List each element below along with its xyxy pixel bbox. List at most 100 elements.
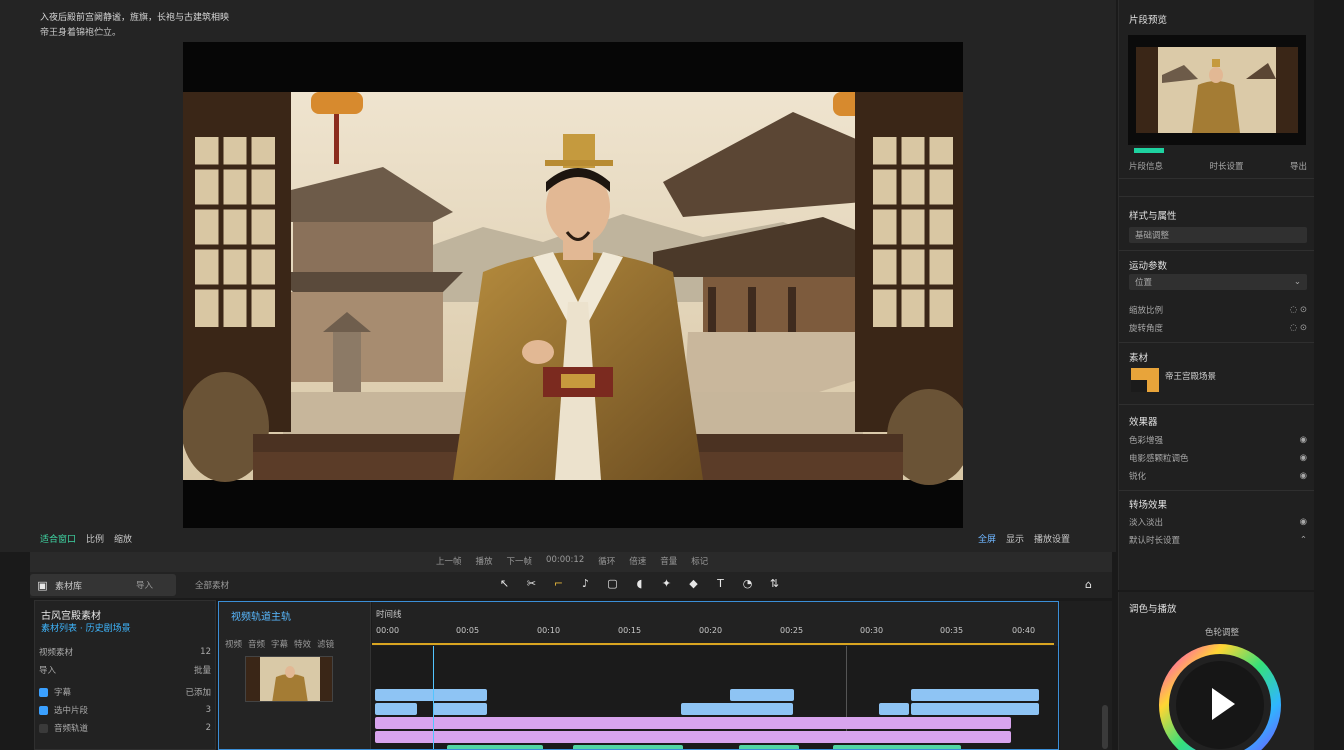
timecode: 00:00:12 — [546, 555, 585, 565]
video-clip[interactable] — [739, 745, 799, 749]
tab-effects[interactable]: 特效 — [294, 638, 311, 650]
toggle-icon[interactable]: ◉ — [1300, 435, 1307, 445]
clip-preview-thumbnail[interactable] — [1128, 35, 1306, 145]
subtitle-clip[interactable] — [433, 703, 487, 715]
video-preview[interactable] — [183, 42, 963, 528]
preview-progress-bar[interactable] — [1134, 148, 1164, 153]
toggle-icon[interactable]: ◉ — [1300, 453, 1307, 463]
checkbox[interactable] — [39, 705, 48, 715]
subtitle-clip[interactable] — [911, 703, 1039, 715]
filter-label[interactable]: 全部素材 — [195, 579, 229, 591]
transition-section-title: 转场效果 — [1129, 500, 1168, 511]
color-panel-title: 调色与播放 — [1129, 604, 1177, 615]
reset-icon[interactable]: ◌ ⊙ — [1290, 305, 1307, 315]
timeline-panel[interactable]: 视频轨道主轨 视频 音频 字幕 特效 滤镜 时间线 00:00 00:05 00… — [218, 601, 1059, 750]
ruler-tick: 00:05 — [456, 626, 480, 635]
zoom-button[interactable]: 缩放 — [114, 532, 132, 545]
timeline-scrollbar[interactable] — [1060, 601, 1112, 750]
effect-label: 锐化 — [1129, 472, 1147, 482]
audio-clip[interactable] — [375, 717, 1011, 729]
play-button[interactable]: 播放 — [476, 555, 493, 567]
media-library-tab[interactable]: ▣ 素材库 导入 — [30, 574, 176, 596]
timeline-ruler[interactable]: 时间线 00:00 00:05 00:10 00:15 00:20 00:25 … — [372, 602, 1058, 646]
effect-item[interactable]: 色彩增强 ◉ — [1129, 432, 1307, 448]
media-row-value: 2 — [205, 723, 211, 733]
loop-button[interactable]: 循环 — [598, 555, 615, 567]
toggle-icon[interactable]: ◉ — [1300, 471, 1307, 481]
scroll-thumb[interactable] — [1102, 705, 1108, 749]
fit-window-button[interactable]: 适合窗口 — [40, 532, 76, 545]
text-icon[interactable]: T — [714, 577, 727, 590]
import-button[interactable]: 导入 — [136, 579, 153, 591]
display-button[interactable]: 显示 — [1006, 532, 1024, 545]
inspector-panel: 片段预览 片段信息 时长设置 导出 样式与属性 基础调整 运动参数 位置 ⌄ 缩… — [1118, 0, 1315, 590]
media-row[interactable]: 选中片段 3 — [39, 703, 211, 717]
track-tabs: 视频 音频 字幕 特效 滤镜 — [225, 638, 334, 650]
reset-icon[interactable]: ◌ ⊙ — [1290, 323, 1307, 333]
effect-item[interactable]: 电影感颗粒调色 ◉ — [1129, 450, 1307, 466]
marker-button[interactable]: 标记 — [691, 555, 708, 567]
sticker-icon[interactable]: ◆ — [687, 577, 700, 590]
style-field[interactable]: 基础调整 — [1129, 227, 1307, 243]
select-icon[interactable]: ↖ — [498, 577, 511, 590]
preview-toolbar: 适合窗口 比例 缩放 全屏 显示 播放设置 — [30, 530, 1110, 550]
color-wheel[interactable] — [1159, 644, 1281, 750]
clip-info-button[interactable]: 片段信息 — [1129, 160, 1163, 172]
track-header: 视频轨道主轨 视频 音频 字幕 特效 滤镜 — [219, 602, 371, 749]
media-row[interactable]: 视频素材 12 — [39, 645, 211, 659]
export-button[interactable]: 导出 — [1290, 160, 1307, 172]
split-icon[interactable]: ✂ — [525, 577, 538, 590]
duration-button[interactable]: 时长设置 — [1209, 160, 1243, 172]
media-library-label: 素材库 — [55, 581, 83, 592]
tab-subtitle[interactable]: 字幕 — [271, 638, 288, 650]
subtitle-clip[interactable] — [681, 703, 793, 715]
media-row-label: 选中片段 — [54, 706, 89, 716]
home-icon[interactable]: ⌂ — [1082, 578, 1095, 591]
media-row-value: 3 — [205, 705, 211, 715]
position-field[interactable]: 位置 ⌄ — [1129, 274, 1307, 290]
audio-clip[interactable] — [375, 731, 1011, 743]
crop-icon[interactable]: ⌐ — [552, 577, 565, 590]
audio-icon[interactable]: ◖ — [633, 577, 646, 590]
media-row[interactable]: 导入 批量 — [39, 663, 211, 677]
fullscreen-button[interactable]: 全屏 — [978, 532, 996, 545]
subtitle-clip[interactable] — [879, 703, 909, 715]
toggle-icon[interactable]: ◉ — [1300, 517, 1307, 527]
media-row[interactable]: 音频轨道 2 — [39, 721, 211, 735]
checkbox[interactable] — [39, 687, 48, 697]
clip-thumbnail[interactable] — [245, 656, 333, 702]
video-clip[interactable] — [573, 745, 683, 749]
music-icon[interactable]: ♪ — [579, 577, 592, 590]
volume-button[interactable]: 音量 — [660, 555, 677, 567]
flip-icon[interactable]: ⇅ — [768, 577, 781, 590]
subtitle-clip[interactable] — [730, 689, 794, 701]
media-row[interactable]: 字幕 已添加 — [39, 685, 211, 699]
transition-label: 淡入淡出 — [1129, 518, 1164, 528]
work-area-bar[interactable] — [372, 643, 1054, 645]
prev-frame-button[interactable]: 上一帧 — [436, 555, 462, 567]
video-clip[interactable] — [447, 745, 543, 749]
subtitle-clip[interactable] — [911, 689, 1039, 701]
tab-audio[interactable]: 音频 — [248, 638, 265, 650]
playback-settings-button[interactable]: 播放设置 — [1034, 532, 1070, 545]
scale-row[interactable]: 缩放比例 ◌ ⊙ — [1129, 302, 1307, 318]
speed-button[interactable]: 倍速 — [629, 555, 646, 567]
transition-item[interactable]: 淡入淡出 ◉ — [1129, 514, 1307, 530]
transition-item[interactable]: 默认时长设置 ⌃ — [1129, 532, 1307, 548]
subtitle-clip[interactable] — [375, 703, 417, 715]
chevron-icon[interactable]: ⌃ — [1300, 535, 1307, 545]
aspect-ratio-button[interactable]: 比例 — [86, 532, 104, 545]
checkbox[interactable] — [39, 723, 48, 733]
next-frame-button[interactable]: 下一帧 — [507, 555, 533, 567]
folder-icon: ▣ — [37, 578, 48, 592]
rotation-row[interactable]: 旋转角度 ◌ ⊙ — [1129, 320, 1307, 336]
speed-icon[interactable]: ◔ — [741, 577, 754, 590]
frame-icon[interactable]: ▢ — [606, 577, 619, 590]
tab-filters[interactable]: 滤镜 — [317, 638, 334, 650]
playhead[interactable] — [433, 646, 434, 749]
effect-item[interactable]: 锐化 ◉ — [1129, 468, 1307, 484]
tab-video[interactable]: 视频 — [225, 638, 242, 650]
video-clip[interactable] — [833, 745, 961, 749]
subtitle-clip[interactable] — [375, 689, 487, 701]
effect-icon[interactable]: ✦ — [660, 577, 673, 590]
